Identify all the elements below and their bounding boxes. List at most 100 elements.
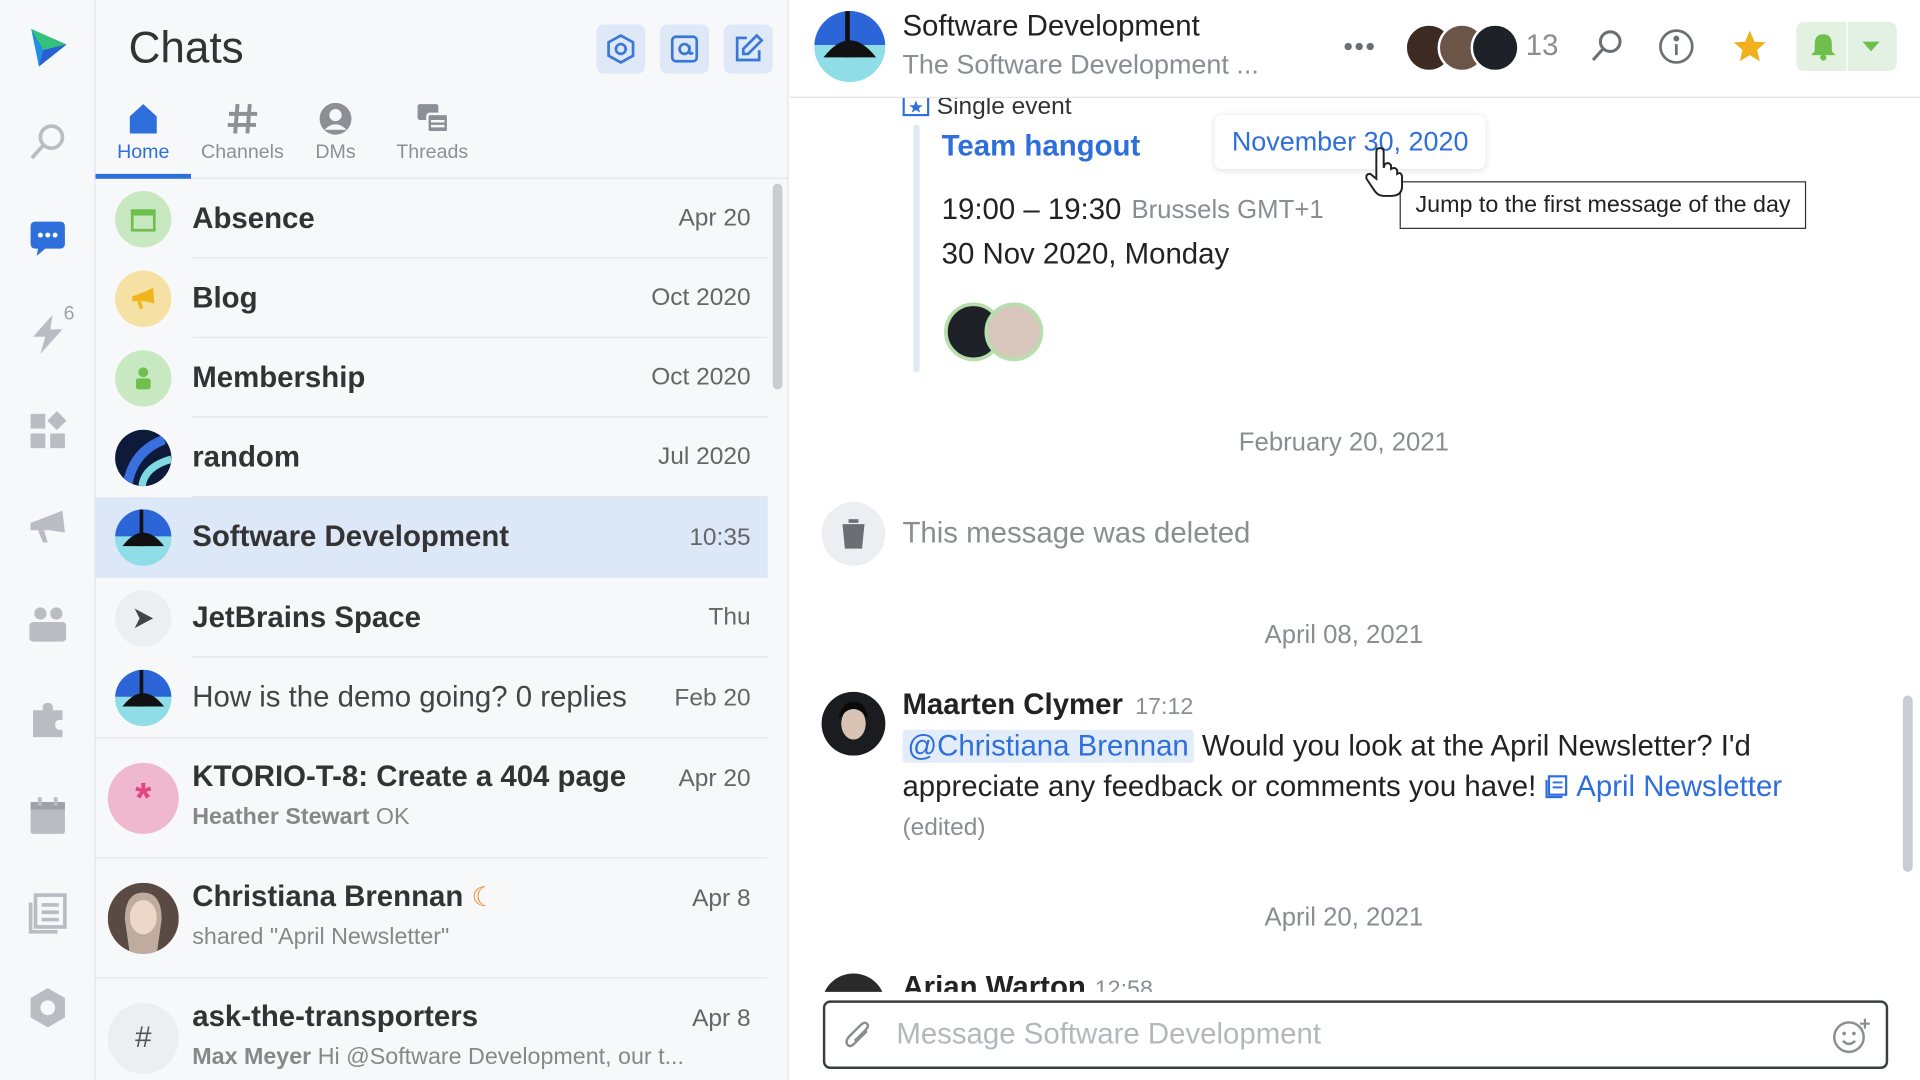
megaphone-icon	[115, 270, 172, 327]
chat-name: KTORIO-T-8: Create a 404 page	[192, 760, 627, 794]
chat-preview: Max Meyer Hi @Software Development, our …	[192, 1044, 684, 1071]
message-time: 12:58	[1094, 977, 1153, 992]
chat-row-membership[interactable]: Membership Oct 2020	[96, 338, 768, 418]
app-window: 6 Chats Home Channels DMs Threads Absenc…	[0, 0, 1920, 1080]
avatar	[107, 882, 179, 954]
event-kind: Single event	[902, 97, 1072, 121]
channel-avatar	[115, 669, 172, 727]
channel-avatar	[115, 509, 172, 566]
hexagon-settings-button[interactable]	[596, 24, 646, 74]
docs-icon[interactable]	[17, 882, 78, 943]
chat-preview: shared "April Newsletter"	[192, 924, 450, 951]
message-text: @Christiana Brennan Would you look at th…	[902, 729, 1783, 804]
edited-marker: (edited)	[902, 814, 986, 842]
tooltip: Jump to the first message of the day	[1399, 181, 1807, 229]
tab-channels[interactable]: Channels	[193, 98, 291, 179]
jump-to-date-chip[interactable]: November 30, 2020	[1214, 115, 1486, 169]
chat-icon[interactable]	[17, 208, 78, 269]
member-avatars[interactable]	[1404, 23, 1527, 73]
date-divider[interactable]: April 20, 2021	[790, 904, 1898, 933]
event-time: 19:00 – 19:30	[941, 193, 1122, 227]
message-feed: Single event Team hangout 19:00 – 19:30 …	[790, 97, 1920, 992]
chat-name: How is the demo going? 0 replies	[192, 680, 627, 714]
chat-date: Oct 2020	[651, 284, 751, 312]
emoji-icon[interactable]	[1832, 1018, 1871, 1055]
megaphone-icon[interactable]	[17, 497, 78, 558]
chat-name: JetBrains Space	[192, 600, 421, 634]
message-input[interactable]	[896, 1015, 1803, 1055]
star-icon[interactable]	[1725, 22, 1774, 71]
play-logo-icon	[115, 589, 172, 646]
chat-row-random[interactable]: random Jul 2020	[96, 418, 768, 498]
more-options-button[interactable]	[1335, 22, 1384, 71]
message-feed-scrollbar[interactable]	[1902, 695, 1913, 872]
message-time: 17:12	[1135, 694, 1194, 721]
tab-home[interactable]: Home	[95, 98, 192, 179]
threads-icon	[417, 104, 450, 134]
channel-title: Software Development	[902, 9, 1200, 43]
tab-dms-label: DMs	[315, 142, 356, 163]
tab-threads-label: Threads	[396, 142, 469, 163]
chat-date: Apr 20	[678, 204, 751, 232]
chat-row-ask-the-transporters[interactable]: # ask-the-transporters Apr 8 Max Meyer H…	[96, 978, 768, 1080]
chat-name: Membership	[192, 360, 366, 394]
chat-name: Absence	[192, 201, 315, 235]
chat-date: Apr 8	[692, 885, 751, 913]
user-mention[interactable]: @Christiana Brennan	[902, 730, 1194, 763]
avatar[interactable]	[821, 973, 886, 992]
tab-dms[interactable]: DMs	[299, 98, 372, 179]
apps-icon[interactable]	[17, 400, 78, 461]
message-author[interactable]: Maarten Clymer	[902, 688, 1123, 722]
chat-name: Blog	[192, 281, 258, 315]
chat-name: ask-the-transporters	[192, 1000, 479, 1034]
moon-icon: ☾	[471, 881, 496, 913]
chat-row-blog[interactable]: Blog Oct 2020	[96, 258, 768, 338]
search-icon[interactable]	[1582, 22, 1631, 71]
chat-row-software-development[interactable]: Software Development 10:35	[95, 497, 768, 578]
calendar-icon[interactable]	[17, 786, 78, 847]
tab-channels-label: Channels	[201, 142, 284, 163]
chat-row-jetbrains-space[interactable]: JetBrains Space Thu	[96, 578, 768, 658]
channel-description: The Software Development ...	[902, 48, 1259, 80]
person-icon	[319, 102, 352, 135]
chat-date: Apr 8	[692, 1005, 751, 1033]
settings-icon[interactable]	[17, 977, 78, 1038]
event-date: 30 Nov 2020, Monday	[941, 237, 1230, 271]
chat-name: Christiana Brennan ☾	[192, 880, 496, 914]
person-icon	[115, 349, 172, 406]
chat-row-ktorio-issue[interactable]: * KTORIO-T-8: Create a 404 page Apr 20 H…	[95, 738, 768, 859]
chat-date: Apr 20	[678, 765, 751, 793]
mentions-button[interactable]	[660, 24, 709, 74]
member-count[interactable]: 13	[1526, 29, 1559, 63]
paperclip-icon[interactable]	[842, 1020, 874, 1052]
asterisk-icon: *	[107, 762, 179, 834]
team-icon[interactable]	[17, 594, 78, 655]
info-icon[interactable]	[1652, 22, 1701, 71]
chat-row-absence[interactable]: Absence Apr 20	[96, 179, 768, 259]
home-icon	[129, 104, 157, 134]
channel-avatar	[814, 11, 886, 83]
date-divider[interactable]: April 08, 2021	[790, 621, 1898, 650]
document-link[interactable]: April Newsletter	[1544, 770, 1782, 803]
chat-list-scrollbar[interactable]	[772, 183, 783, 390]
tab-threads[interactable]: Threads	[387, 98, 478, 179]
event-participants[interactable]	[944, 302, 1044, 363]
chat-row-thread-demo[interactable]: How is the demo going? 0 replies Feb 20	[95, 658, 768, 739]
avatar[interactable]	[821, 691, 886, 756]
event-title[interactable]: Team hangout	[942, 130, 1141, 164]
chat-preview: Heather Stewart OK	[192, 804, 410, 831]
message-composer	[822, 1000, 1889, 1069]
new-chat-button[interactable]	[723, 24, 773, 74]
avatar	[1470, 23, 1520, 73]
notification-settings-button[interactable]	[1796, 22, 1897, 72]
date-divider[interactable]: February 20, 2021	[790, 429, 1898, 458]
message-author[interactable]: Arjan Warton	[902, 971, 1085, 992]
logo-icon[interactable]	[17, 17, 78, 78]
trash-icon	[821, 502, 886, 566]
puzzle-icon[interactable]	[17, 689, 78, 750]
chats-panel: Chats Home Channels DMs Threads Absence …	[95, 0, 789, 1080]
channel-avatar	[115, 429, 172, 486]
tab-home-label: Home	[117, 142, 170, 163]
chat-row-christiana-brennan[interactable]: Christiana Brennan ☾ Apr 8 shared "April…	[95, 858, 768, 979]
search-icon[interactable]	[17, 111, 78, 172]
